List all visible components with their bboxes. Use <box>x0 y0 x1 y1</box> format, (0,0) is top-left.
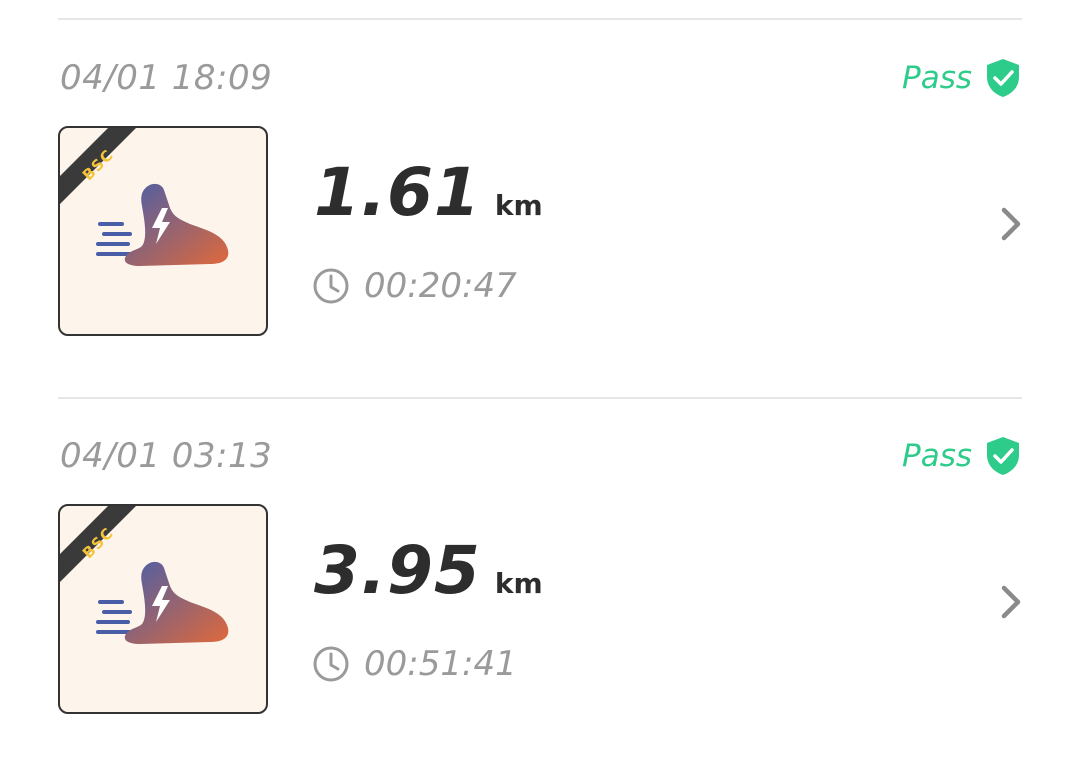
record-divider <box>58 397 1022 399</box>
running-shoe-icon <box>96 561 229 644</box>
distance-readout: 3.95 km <box>314 532 543 609</box>
clock-icon <box>313 646 349 682</box>
distance-readout: 1.61 km <box>314 154 543 231</box>
distance-value: 1.61 <box>314 154 481 231</box>
shield-check-icon <box>987 59 1019 97</box>
status-label: Pass <box>902 438 972 474</box>
record-timestamp: 04/01 03:13 <box>60 436 273 476</box>
run-thumbnail: BSC <box>58 504 268 714</box>
record-timestamp: 04/01 18:09 <box>60 58 273 98</box>
clock-icon <box>313 268 349 304</box>
duration-readout: 00:51:41 <box>312 644 517 684</box>
run-thumbnail: BSC <box>58 126 268 336</box>
distance-value: 3.95 <box>314 532 481 609</box>
top-divider <box>58 18 1022 20</box>
run-record-2[interactable]: 04/01 03:13 Pass BSC 3.95 km 00:51:41 <box>0 436 1080 776</box>
duration-value: 00:51:41 <box>364 644 517 684</box>
chevron-right-icon[interactable] <box>998 584 1026 620</box>
status-label: Pass <box>902 60 972 96</box>
distance-unit: km <box>494 567 543 600</box>
running-shoe-icon <box>96 183 229 266</box>
distance-unit: km <box>494 189 543 222</box>
run-record-1[interactable]: 04/01 18:09 Pass BSC 1.61 km 00:20:47 <box>0 58 1080 398</box>
shield-check-icon <box>987 437 1019 475</box>
status-badge: Pass <box>902 436 1022 476</box>
duration-value: 00:20:47 <box>364 266 517 306</box>
status-badge: Pass <box>902 58 1022 98</box>
chevron-right-icon[interactable] <box>998 206 1026 242</box>
duration-readout: 00:20:47 <box>312 266 517 306</box>
